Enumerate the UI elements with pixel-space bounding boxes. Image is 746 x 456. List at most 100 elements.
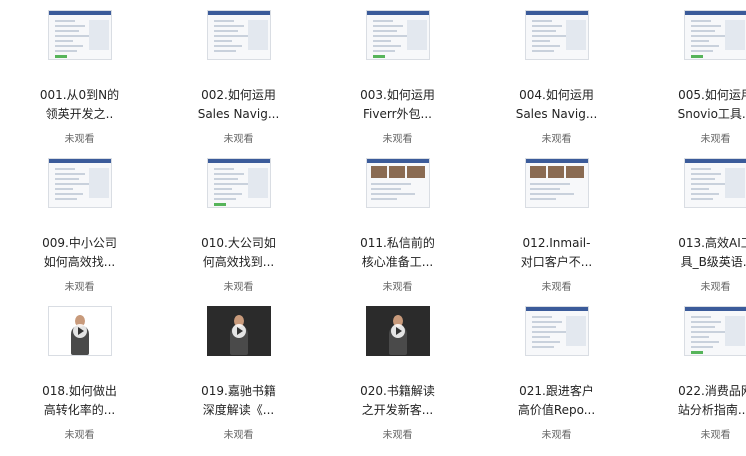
video-thumbnail[interactable] xyxy=(365,10,430,60)
thumb-line xyxy=(54,20,75,22)
play-icon[interactable] xyxy=(231,324,246,338)
thumb-line xyxy=(213,173,244,175)
video-title[interactable]: 005.如何运用 Snovio工具... xyxy=(636,86,746,124)
thumb-panel xyxy=(565,316,586,346)
thumb-panel xyxy=(724,316,745,346)
video-title-line2: 高转化率的... xyxy=(43,403,116,417)
thumb-button-mark xyxy=(54,55,67,58)
watch-status: 未观看 xyxy=(223,134,254,145)
video-title-line1: 013.高效AI工 xyxy=(678,236,746,250)
video-thumbnail[interactable] xyxy=(206,158,271,208)
video-title-line1: 009.中小公司 xyxy=(42,236,117,250)
video-thumbnail[interactable] xyxy=(47,158,112,208)
thumb-line xyxy=(531,326,556,328)
video-tile-1[interactable]: 001.从0到N的 领英开发之.. 未观看 xyxy=(0,0,159,148)
thumb-button-mark xyxy=(372,55,385,58)
video-title[interactable]: 012.Inmail- 对口客户不... xyxy=(477,234,636,272)
video-title[interactable]: 021.跟进客户 高价值Repo... xyxy=(477,382,636,420)
thumb-line xyxy=(690,193,719,195)
video-tile-8[interactable]: 011.私信前的 核心准备工... 未观看 xyxy=(318,148,477,296)
video-tile-4[interactable]: 004.如何运用 Sales Navig... 未观看 xyxy=(477,0,636,148)
video-thumbnail[interactable] xyxy=(47,10,112,60)
watch-status: 未观看 xyxy=(64,282,95,293)
video-title-line1: 004.如何运用 xyxy=(519,88,594,102)
video-title[interactable]: 022.消费品网 站分析指南.... xyxy=(636,382,746,420)
thumb-line xyxy=(690,35,725,37)
thumb-panel xyxy=(565,20,586,50)
video-tile-9[interactable]: 012.Inmail- 对口客户不... 未观看 xyxy=(477,148,636,296)
video-tile-12[interactable]: 019.嘉驰书籍 深度解读《... 未观看 xyxy=(159,296,318,444)
play-icon[interactable] xyxy=(390,324,405,338)
video-title[interactable]: 002.如何运用 Sales Navig... xyxy=(159,86,318,124)
thumb-header-bar xyxy=(525,307,588,311)
thumb-panel xyxy=(724,20,745,50)
video-tile-3[interactable]: 003.如何运用 Fiverr外包... 未观看 xyxy=(318,0,477,148)
video-thumbnail[interactable] xyxy=(524,10,589,60)
video-thumbnail[interactable] xyxy=(683,306,746,356)
thumb-line xyxy=(531,336,550,338)
thumb-header-bar xyxy=(48,159,111,163)
thumb-header-bar xyxy=(207,11,270,15)
video-tile-14[interactable]: 021.跟进客户 高价值Repo... 未观看 xyxy=(477,296,636,444)
video-title[interactable]: 011.私信前的 核心准备工... xyxy=(318,234,477,272)
video-title[interactable]: 010.大公司如 何高效找到... xyxy=(159,234,318,272)
thumb-line xyxy=(54,183,89,185)
thumb-line xyxy=(213,40,232,42)
video-thumbnail[interactable] xyxy=(206,306,271,356)
video-tile-5[interactable]: 005.如何运用 Snovio工具... 未观看 xyxy=(636,0,746,148)
video-title[interactable]: 003.如何运用 Fiverr外包... xyxy=(318,86,477,124)
video-title-line2: 如何高效找... xyxy=(43,255,116,269)
thumb-line xyxy=(213,50,236,52)
video-title[interactable]: 009.中小公司 如何高效找... xyxy=(0,234,159,272)
video-thumbnail[interactable] xyxy=(524,158,589,208)
watch-status: 未观看 xyxy=(700,282,731,293)
video-thumbnail[interactable] xyxy=(206,10,271,60)
video-title[interactable]: 020.书籍解读 之开发新客... xyxy=(318,382,477,420)
video-thumbnail[interactable] xyxy=(524,306,589,356)
thumb-line xyxy=(531,40,550,42)
video-title-line1: 019.嘉驰书籍 xyxy=(201,384,276,398)
video-title[interactable]: 019.嘉驰书籍 深度解读《... xyxy=(159,382,318,420)
video-title-line1: 021.跟进客户 xyxy=(519,384,594,398)
thumb-line xyxy=(372,45,401,47)
video-tile-13[interactable]: 020.书籍解读 之开发新客... 未观看 xyxy=(318,296,477,444)
video-title[interactable]: 001.从0到N的 领英开发之.. xyxy=(0,86,159,124)
video-tile-7[interactable]: 010.大公司如 何高效找到... 未观看 xyxy=(159,148,318,296)
thumb-line xyxy=(690,188,709,190)
video-title-line1: 018.如何做出 xyxy=(42,384,117,398)
thumb-header-bar xyxy=(366,159,429,163)
thumb-line xyxy=(690,20,711,22)
video-thumbnail[interactable] xyxy=(683,10,746,60)
video-tile-15[interactable]: 022.消费品网 站分析指南.... 未观看 xyxy=(636,296,746,444)
thumb-line xyxy=(213,35,248,37)
video-thumbnail[interactable] xyxy=(365,158,430,208)
thumb-line xyxy=(690,198,713,200)
video-title-line1: 002.如何运用 xyxy=(201,88,276,102)
video-title-line2: Snovio工具... xyxy=(677,107,746,121)
play-icon[interactable] xyxy=(72,324,87,338)
video-tile-2[interactable]: 002.如何运用 Sales Navig... 未观看 xyxy=(159,0,318,148)
thumb-line xyxy=(54,178,79,180)
thumb-line xyxy=(213,193,242,195)
video-thumbnail[interactable] xyxy=(683,158,746,208)
thumb-line xyxy=(54,188,73,190)
video-title-line2: 领英开发之.. xyxy=(45,107,114,121)
watch-status: 未观看 xyxy=(382,134,413,145)
video-tile-10[interactable]: 013.高效AI工 具_B级英语.. 未观看 xyxy=(636,148,746,296)
watch-status: 未观看 xyxy=(382,282,413,293)
thumb-line xyxy=(690,326,715,328)
video-title[interactable]: 018.如何做出 高转化率的... xyxy=(0,382,159,420)
video-thumbnail[interactable] xyxy=(365,306,430,356)
video-thumbnail[interactable] xyxy=(47,306,112,356)
thumb-line xyxy=(531,331,566,333)
video-tile-11[interactable]: 018.如何做出 高转化率的... 未观看 xyxy=(0,296,159,444)
thumb-line xyxy=(529,193,574,195)
video-title[interactable]: 004.如何运用 Sales Navig... xyxy=(477,86,636,124)
video-title-line2: 何高效找到... xyxy=(202,255,275,269)
video-title[interactable]: 013.高效AI工 具_B级英语.. xyxy=(636,234,746,272)
thumb-line xyxy=(531,20,552,22)
thumb-line xyxy=(690,40,709,42)
thumb-line xyxy=(372,40,391,42)
video-title-line2: Fiverr外包... xyxy=(363,107,432,121)
video-tile-6[interactable]: 009.中小公司 如何高效找... 未观看 xyxy=(0,148,159,296)
